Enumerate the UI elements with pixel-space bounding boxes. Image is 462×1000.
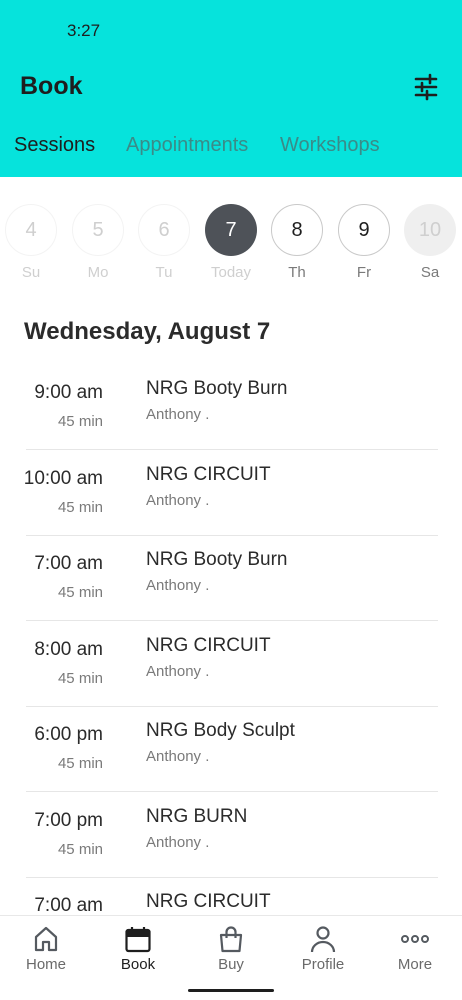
home-icon: [34, 926, 58, 952]
sliders-icon: [414, 73, 438, 101]
session-time: 6:00 pm: [34, 724, 103, 745]
session-list: 9:00 am 45 min NRG Booty Burn Anthony . …: [0, 364, 462, 916]
session-class-name: NRG Booty Burn: [146, 549, 288, 570]
date-circle: 4: [5, 204, 57, 256]
nav-label: Buy: [218, 956, 244, 973]
calendar-icon: [125, 927, 151, 953]
session-time: 10:00 am: [23, 468, 103, 489]
session-time: 9:00 am: [34, 382, 103, 403]
date-weekday: Today: [210, 264, 252, 281]
session-instructor: Anthony .: [146, 663, 210, 680]
date-item-today[interactable]: 7 Today: [205, 204, 257, 281]
date-item-friday[interactable]: 9 Fr: [338, 204, 390, 281]
session-instructor: Anthony .: [146, 834, 210, 851]
session-row[interactable]: 7:00 pm 45 min NRG BURN Anthony .: [0, 792, 462, 878]
tab-workshops[interactable]: Workshops: [280, 134, 380, 157]
date-item-thursday[interactable]: 8 Th: [271, 204, 323, 281]
session-instructor: Anthony .: [146, 748, 210, 765]
session-duration: 45 min: [57, 499, 103, 516]
tab-sessions[interactable]: Sessions: [14, 134, 95, 157]
date-weekday: Sa: [420, 264, 440, 281]
session-class-name: NRG CIRCUIT: [146, 891, 271, 912]
page-title: Book: [20, 72, 83, 100]
date-strip: 4 Su 5 Mo 6 Tu 7 Today 8 Th 9 Fr 10 Sa: [0, 204, 462, 284]
session-time: 8:00 am: [34, 639, 103, 660]
date-weekday: Tu: [155, 264, 173, 281]
status-bar-time: 3:27: [67, 21, 101, 40]
date-circle: 10: [404, 204, 456, 256]
nav-home[interactable]: Home: [0, 924, 92, 973]
session-time: 7:00 pm: [34, 810, 103, 831]
session-duration: 45 min: [57, 584, 103, 601]
date-weekday: Su: [21, 264, 41, 281]
date-weekday: Mo: [87, 264, 109, 281]
nav-label: More: [397, 956, 433, 973]
date-circle: 8: [271, 204, 323, 256]
nav-book[interactable]: Book: [92, 924, 184, 973]
session-class-name: NRG CIRCUIT: [146, 464, 271, 485]
nav-label: Home: [25, 956, 66, 973]
date-circle: 7: [205, 204, 257, 256]
nav-label: Profile: [301, 956, 345, 973]
session-instructor: Anthony .: [146, 406, 210, 423]
session-row[interactable]: 8:00 am 45 min NRG CIRCUIT Anthony .: [0, 621, 462, 707]
nav-more[interactable]: More: [369, 924, 461, 973]
session-instructor: Anthony .: [146, 492, 210, 509]
tab-appointments[interactable]: Appointments: [126, 134, 248, 157]
session-duration: 45 min: [57, 670, 103, 687]
session-row[interactable]: 6:00 pm 45 min NRG Body Sculpt Anthony .: [0, 706, 462, 792]
day-heading: Wednesday, August 7: [24, 318, 271, 345]
session-class-name: NRG Body Sculpt: [146, 720, 295, 741]
session-row[interactable]: 7:00 am 45 min NRG Booty Burn Anthony .: [0, 535, 462, 621]
date-circle: 9: [338, 204, 390, 256]
date-circle: 6: [138, 204, 190, 256]
home-indicator: [188, 989, 274, 992]
person-icon: [310, 926, 336, 953]
more-dots-icon: [401, 935, 429, 943]
date-weekday: Fr: [356, 264, 372, 281]
session-class-name: NRG BURN: [146, 806, 248, 827]
nav-buy[interactable]: Buy: [185, 924, 277, 973]
tab-bar: Sessions Appointments Workshops: [0, 134, 462, 164]
session-duration: 45 min: [57, 413, 103, 430]
date-item-sunday[interactable]: 4 Su: [5, 204, 57, 281]
session-duration: 45 min: [57, 841, 103, 858]
shopping-bag-icon: [219, 926, 243, 953]
filter-button[interactable]: [410, 72, 442, 102]
session-class-name: NRG CIRCUIT: [146, 635, 271, 656]
session-duration: 45 min: [57, 755, 103, 772]
session-time: 7:00 am: [34, 895, 103, 916]
nav-profile[interactable]: Profile: [277, 924, 369, 973]
date-item-saturday[interactable]: 10 Sa: [404, 204, 456, 281]
nav-label: Book: [120, 956, 156, 973]
date-weekday: Th: [288, 264, 306, 281]
session-instructor: Anthony .: [146, 577, 210, 594]
session-row[interactable]: 10:00 am 45 min NRG CIRCUIT Anthony .: [0, 450, 462, 536]
bottom-nav: Home Book Buy Profile More: [0, 915, 462, 1000]
session-time: 7:00 am: [34, 553, 103, 574]
session-class-name: NRG Booty Burn: [146, 378, 288, 399]
date-item-tuesday[interactable]: 6 Tu: [138, 204, 190, 281]
app-header: 3:27 Book Sessions Appointments Workshop…: [0, 0, 462, 177]
date-circle: 5: [72, 204, 124, 256]
session-row[interactable]: 9:00 am 45 min NRG Booty Burn Anthony .: [0, 364, 462, 450]
session-row[interactable]: 7:00 am NRG CIRCUIT: [0, 877, 462, 916]
date-item-monday[interactable]: 5 Mo: [72, 204, 124, 281]
